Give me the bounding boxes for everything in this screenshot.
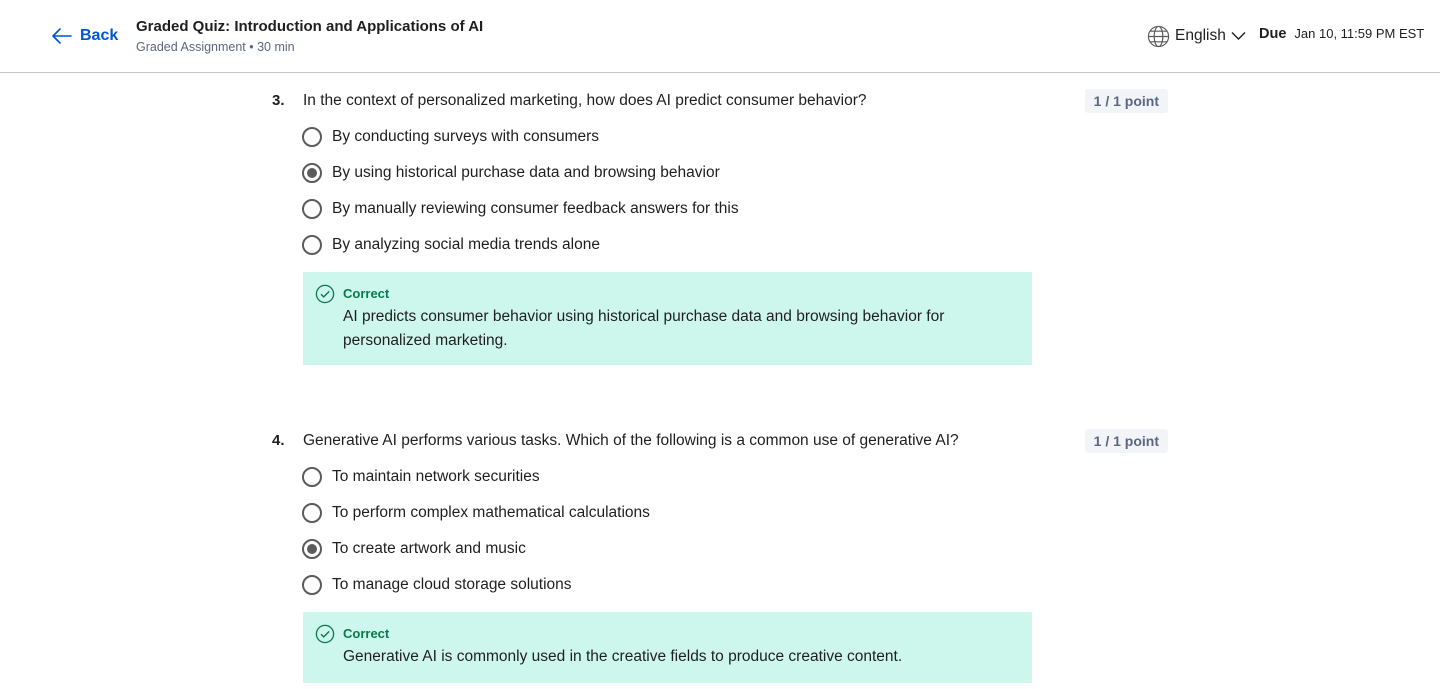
radio-button[interactable] <box>302 575 322 595</box>
page-subtitle: Graded Assignment • 30 min <box>136 40 295 54</box>
feedback-title: Correct <box>343 286 390 301</box>
answer-option[interactable]: To manage cloud storage solutions <box>302 567 650 603</box>
answer-options: By conducting surveys with consumers By … <box>302 119 739 263</box>
points-badge: 1 / 1 point <box>1084 89 1168 113</box>
radio-button[interactable] <box>302 503 322 523</box>
option-label: By using historical purchase data and br… <box>332 164 720 181</box>
option-label: By analyzing social media trends alone <box>332 236 600 253</box>
globe-icon <box>1147 25 1170 47</box>
page-title: Graded Quiz: Introduction and Applicatio… <box>136 18 484 35</box>
radio-button[interactable] <box>302 199 322 219</box>
answer-option[interactable]: By analyzing social media trends alone <box>302 227 739 263</box>
language-select[interactable]: English <box>1147 24 1246 48</box>
feedback-text: Generative AI is commonly used in the cr… <box>343 648 903 665</box>
radio-button[interactable] <box>302 127 322 147</box>
radio-button[interactable] <box>302 235 322 255</box>
option-label: To perform complex mathematical calculat… <box>332 504 650 521</box>
question-text: Generative AI performs various tasks. Wh… <box>303 432 959 449</box>
answer-option[interactable]: To create artwork and music <box>302 531 650 567</box>
due-info: Due Jan 10, 11:59 PM EST <box>1259 26 1424 42</box>
answer-options: To maintain network securities To perfor… <box>302 459 650 603</box>
answer-option[interactable]: To perform complex mathematical calculat… <box>302 495 650 531</box>
top-header: Back Graded Quiz: Introduction and Appli… <box>0 0 1440 73</box>
feedback-text: AI predicts consumer behavior using hist… <box>343 308 945 349</box>
assignment-title-block: Graded Quiz: Introduction and Applicatio… <box>136 17 483 56</box>
answer-option[interactable]: By using historical purchase data and br… <box>302 155 739 191</box>
question-number: 4. <box>272 432 285 449</box>
radio-button[interactable] <box>302 163 322 183</box>
option-label: To maintain network securities <box>332 468 540 485</box>
back-label: Back <box>80 27 119 44</box>
chevron-down-icon <box>1231 32 1246 40</box>
check-circle-icon <box>315 624 335 644</box>
correct-feedback: Correct Generative AI is commonly used i… <box>303 612 1032 683</box>
question-text: In the context of personalized marketing… <box>303 92 867 109</box>
back-button[interactable]: Back <box>52 24 118 48</box>
radio-button[interactable] <box>302 539 322 559</box>
option-label: By manually reviewing consumer feedback … <box>332 200 739 217</box>
answer-option[interactable]: By conducting surveys with consumers <box>302 119 739 155</box>
due-label: Due <box>1259 26 1287 42</box>
option-label: To create artwork and music <box>332 540 526 557</box>
option-label: By conducting surveys with consumers <box>332 128 600 145</box>
answer-option[interactable]: By manually reviewing consumer feedback … <box>302 191 739 227</box>
correct-feedback: Correct AI predicts consumer behavior us… <box>303 272 1032 365</box>
option-label: To manage cloud storage solutions <box>332 576 572 593</box>
check-circle-icon <box>315 284 335 304</box>
due-date: Jan 10, 11:59 PM EST <box>1294 26 1425 41</box>
question-number: 3. <box>272 92 285 109</box>
language-label: English <box>1175 27 1226 44</box>
feedback-title: Correct <box>343 626 390 641</box>
radio-button[interactable] <box>302 467 322 487</box>
arrow-left-icon <box>52 28 72 44</box>
points-badge: 1 / 1 point <box>1084 429 1168 453</box>
answer-option[interactable]: To maintain network securities <box>302 459 650 495</box>
